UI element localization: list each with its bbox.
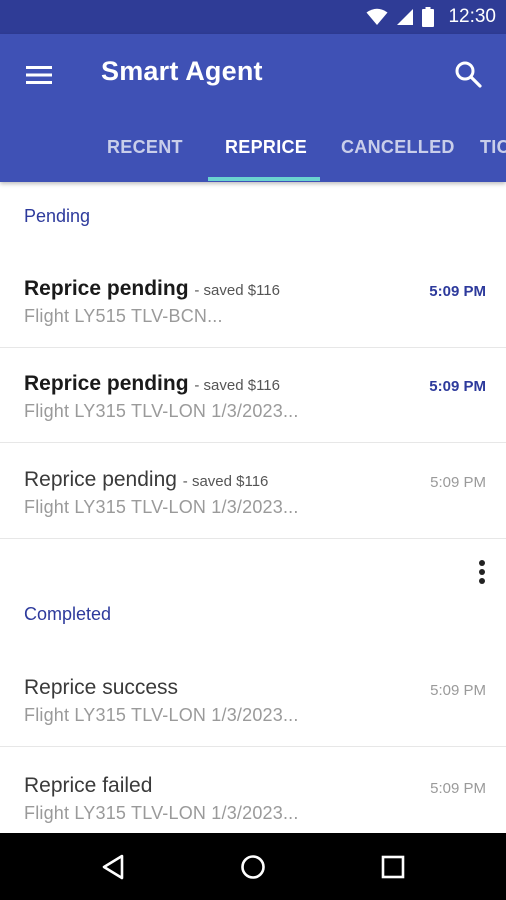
list-item[interactable]: Reprice success Flight LY315 TLV-LON 1/3… bbox=[0, 652, 506, 747]
wifi-icon bbox=[366, 8, 388, 25]
home-icon bbox=[241, 855, 265, 879]
item-title-line: Reprice pending - saved $116 bbox=[24, 372, 280, 396]
back-button[interactable] bbox=[96, 850, 130, 884]
section-header-completed: Completed bbox=[24, 604, 112, 624]
item-time: 5:09 PM bbox=[430, 780, 486, 797]
more-vert-icon bbox=[479, 560, 485, 584]
item-time: 5:09 PM bbox=[429, 283, 486, 300]
item-subtitle: Flight LY315 TLV-LON 1/3/2023... bbox=[24, 401, 299, 421]
home-button[interactable] bbox=[236, 850, 270, 884]
item-title-line: Reprice pending - saved $116 bbox=[24, 468, 268, 492]
tab-reprice[interactable]: REPRICE bbox=[225, 132, 307, 182]
more-options-button[interactable] bbox=[470, 558, 494, 588]
tab-recent[interactable]: RECENT bbox=[107, 132, 183, 182]
list-item[interactable]: Reprice pending - saved $116 Flight LY51… bbox=[0, 253, 506, 348]
list-item[interactable]: Reprice pending - saved $116 Flight LY31… bbox=[0, 348, 506, 443]
item-savings: - saved $116 bbox=[194, 377, 280, 394]
item-time: 5:09 PM bbox=[429, 378, 486, 395]
status-time: 12:30 bbox=[448, 6, 496, 27]
recents-button[interactable] bbox=[376, 850, 410, 884]
item-title-line: Reprice pending - saved $116 bbox=[24, 277, 280, 301]
search-icon bbox=[455, 61, 482, 88]
status-bar: 12:30 bbox=[0, 0, 506, 34]
item-time: 5:09 PM bbox=[430, 474, 486, 491]
cell-signal-icon bbox=[397, 9, 414, 25]
active-tab-indicator bbox=[208, 177, 320, 181]
item-savings: - saved $116 bbox=[194, 282, 280, 299]
item-title: Reprice pending bbox=[24, 372, 189, 395]
system-nav-bar bbox=[0, 833, 506, 900]
item-time: 5:09 PM bbox=[430, 682, 486, 699]
menu-button[interactable] bbox=[24, 60, 54, 90]
tab-bar: RECENT REPRICE CANCELLED TIC bbox=[0, 132, 506, 182]
item-savings: - saved $116 bbox=[182, 473, 269, 490]
item-title: Reprice success bbox=[24, 676, 179, 699]
section-header-pending: Pending bbox=[24, 206, 91, 226]
item-subtitle: Flight LY515 TLV-BCN... bbox=[24, 306, 223, 326]
tab-cancelled[interactable]: CANCELLED bbox=[341, 132, 455, 182]
recents-icon bbox=[381, 855, 405, 879]
item-title: Reprice pending bbox=[24, 468, 177, 491]
app-title: Smart Agent bbox=[101, 56, 263, 86]
item-subtitle: Flight LY315 TLV-LON 1/3/2023... bbox=[24, 497, 299, 517]
app-bar: Smart Agent RECENT REPRICE CANCELLED TIC bbox=[0, 34, 506, 182]
item-subtitle: Flight LY315 TLV-LON 1/3/2023... bbox=[24, 705, 299, 725]
item-subtitle: Flight LY315 TLV-LON 1/3/2023... bbox=[24, 803, 299, 823]
menu-icon bbox=[26, 66, 52, 84]
search-button[interactable] bbox=[453, 59, 483, 89]
list-item[interactable]: Reprice pending - saved $116 Flight LY31… bbox=[0, 444, 506, 539]
battery-icon bbox=[422, 7, 435, 27]
tab-tickets[interactable]: TIC bbox=[480, 132, 506, 182]
list-item[interactable]: Reprice failed Flight LY315 TLV-LON 1/3/… bbox=[0, 750, 506, 845]
item-title: Reprice failed bbox=[24, 774, 153, 797]
back-icon bbox=[102, 854, 124, 880]
item-title: Reprice pending bbox=[24, 277, 189, 300]
